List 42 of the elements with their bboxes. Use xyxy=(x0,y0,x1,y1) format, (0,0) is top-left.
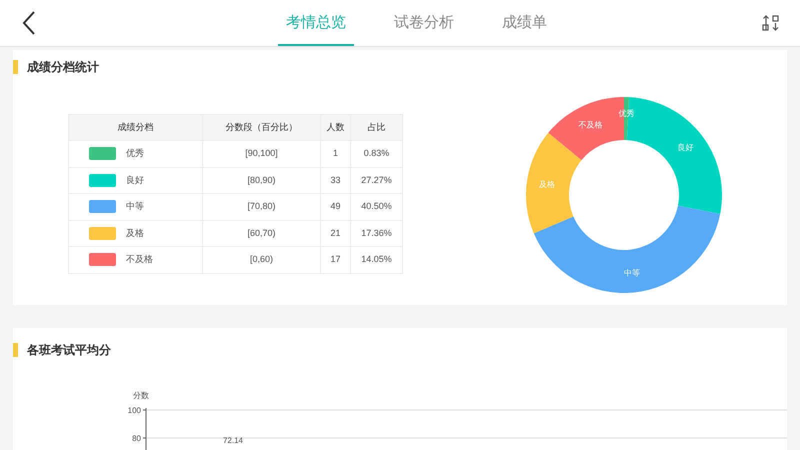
table-cell: 14.05% xyxy=(350,246,402,273)
table-cell: [80,90) xyxy=(202,167,320,194)
column-header: 占比 xyxy=(350,114,402,140)
table-cell: 33 xyxy=(320,167,350,194)
slice-label: 中等 xyxy=(624,268,640,278)
tab[interactable]: 考情总览 xyxy=(278,0,354,46)
table-cell: 49 xyxy=(320,194,350,220)
section-title: 成绩分档统计 xyxy=(27,59,99,76)
table-cell: [70,80) xyxy=(202,194,320,220)
data-label: 72.14 xyxy=(222,436,244,445)
table-cell: [0,60) xyxy=(202,246,320,273)
table-cell: 40.50% xyxy=(350,194,402,220)
table-cell: 27.27% xyxy=(350,167,402,194)
section-title: 各班考试平均分 xyxy=(27,342,111,359)
tick-label: 80 xyxy=(132,434,141,443)
table-cell: [90,100] xyxy=(202,140,320,167)
section-marker xyxy=(13,60,18,74)
table-cell: 0.83% xyxy=(350,140,402,167)
table-cell: 17.36% xyxy=(350,220,402,246)
table-cell: [60,70) xyxy=(202,220,320,246)
table-cell-text: 中等 xyxy=(126,200,144,213)
table-cell-text: 优秀 xyxy=(126,147,144,160)
slice-label: 及格 xyxy=(538,180,555,189)
sort-icon xyxy=(762,14,780,32)
tab[interactable]: 成绩单 xyxy=(494,0,555,46)
table-cell-text: 及格 xyxy=(126,226,144,240)
table-cell-text: 不及格 xyxy=(126,253,153,266)
slice-label: 良好 xyxy=(678,143,694,152)
y-axis xyxy=(142,408,146,450)
axis-title: 分数 xyxy=(133,391,149,400)
tick-label: 100 xyxy=(128,406,141,415)
table-cell: 21 xyxy=(320,220,350,246)
table-cell: 17 xyxy=(320,246,350,273)
table-cell-text: 良好 xyxy=(126,174,144,186)
table-cell: 1 xyxy=(320,140,350,167)
slice-label: 不及格 xyxy=(578,120,603,130)
column-header: 成绩分档 xyxy=(68,114,202,140)
sort-button[interactable] xyxy=(762,14,780,32)
tab[interactable]: 试卷分析 xyxy=(386,0,462,46)
column-header: 人数 xyxy=(320,114,350,140)
section-marker xyxy=(13,343,18,357)
column-header: 分数段（百分比） xyxy=(202,114,320,140)
